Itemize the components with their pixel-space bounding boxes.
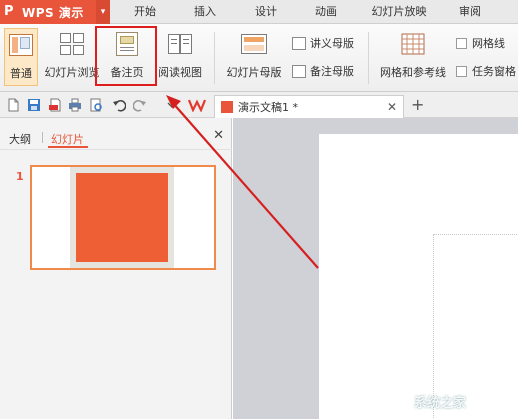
- tab-insert[interactable]: 插入: [180, 0, 230, 24]
- slide-canvas[interactable]: [319, 134, 518, 419]
- ribbon-separator: [214, 32, 215, 84]
- notes-master-label: 备注母版: [310, 65, 354, 78]
- grid-guides-icon: [400, 32, 426, 56]
- save-icon[interactable]: [27, 98, 41, 112]
- slide-master-icon: [241, 32, 267, 56]
- tab-slides[interactable]: 幻灯片: [51, 131, 84, 147]
- gridlines-checkbox-label: 网格线: [472, 37, 505, 50]
- tab-home[interactable]: 开始: [120, 0, 170, 24]
- slide-sorter-label: 幻灯片浏览: [44, 66, 100, 79]
- slides-panel: 大纲 幻灯片 ✕ 1: [0, 118, 232, 419]
- wps-logo-icon: P: [4, 4, 14, 19]
- print-preview-icon[interactable]: [89, 98, 103, 112]
- new-tab-icon[interactable]: +: [411, 95, 424, 114]
- panel-tab-divider: [42, 132, 43, 143]
- handout-master-label: 讲义母版: [310, 37, 354, 50]
- undo-icon[interactable]: [112, 98, 126, 112]
- taskpane-checkbox-label: 任务窗格: [472, 65, 516, 78]
- slide-number: 1: [16, 170, 24, 183]
- normal-view-label: 普通: [10, 67, 32, 80]
- gridlines-checkbox[interactable]: 网格线: [456, 34, 505, 52]
- taskpane-checkbox-box[interactable]: [456, 65, 467, 77]
- reading-view-icon: [167, 32, 193, 56]
- document-tab-title: 演示文稿1 *: [238, 101, 298, 114]
- print-icon[interactable]: [68, 98, 82, 112]
- handout-master-icon: [292, 36, 306, 50]
- presentation-file-icon: [221, 101, 233, 113]
- slide-sorter-icon: [59, 32, 85, 56]
- new-file-icon[interactable]: [6, 98, 20, 112]
- redo-icon[interactable]: [133, 98, 147, 112]
- app-title: WPS 演示: [22, 5, 84, 20]
- app-menu-button[interactable]: P WPS 演示 ▾: [0, 0, 110, 24]
- ribbon-separator: [368, 32, 369, 84]
- tab-animation[interactable]: 动画: [301, 0, 351, 24]
- tab-slideshow[interactable]: 幻灯片放映: [363, 0, 435, 24]
- menu-tab-bar: P WPS 演示 ▾ 开始 插入 设计 动画 幻灯片放映 审阅: [0, 0, 518, 24]
- watermark-text: 系统之家: [414, 396, 467, 411]
- notes-master-button[interactable]: 备注母版: [292, 62, 354, 80]
- quick-access-toolbar: 演示文稿1 * ✕ +: [0, 92, 518, 118]
- tab-review[interactable]: 审阅: [445, 0, 495, 24]
- active-tab-underline: [48, 146, 88, 148]
- reading-view-label: 阅读视图: [158, 66, 202, 79]
- document-tab[interactable]: 演示文稿1 * ✕: [214, 95, 404, 118]
- normal-view-button[interactable]: 普通: [4, 28, 38, 86]
- tab-design[interactable]: 设计: [241, 0, 291, 24]
- tab-outline[interactable]: 大纲: [9, 131, 31, 147]
- editing-workspace: [233, 118, 518, 419]
- slide-thumbnail[interactable]: [30, 165, 216, 270]
- slide-master-label: 幻灯片母版: [226, 66, 282, 79]
- slide-master-button[interactable]: 幻灯片母版: [222, 28, 286, 86]
- customize-toolbar-icon[interactable]: [165, 98, 179, 112]
- annotation-highlight-box: [95, 26, 157, 86]
- app-menu-caret-icon[interactable]: ▾: [96, 0, 110, 24]
- taskpane-checkbox[interactable]: 任务窗格: [456, 62, 516, 80]
- thumbnail-orange-shape: [76, 173, 168, 262]
- view-ribbon: 普通 幻灯片浏览 备注页 阅读视图 幻灯片母版 讲义母版 备注母版 网格和参考线…: [0, 24, 518, 92]
- reading-view-button[interactable]: 阅读视图: [152, 28, 208, 86]
- wps-w-logo-icon[interactable]: [188, 98, 206, 112]
- handout-master-button[interactable]: 讲义母版: [292, 34, 354, 52]
- gridlines-checkbox-box[interactable]: [456, 37, 467, 49]
- close-panel-icon[interactable]: ✕: [213, 128, 224, 143]
- export-pdf-icon[interactable]: [48, 98, 62, 112]
- notes-master-icon: [292, 64, 306, 78]
- grid-guides-label: 网格和参考线: [380, 66, 446, 79]
- panel-tabs: 大纲 幻灯片 ✕: [0, 118, 232, 150]
- grid-guides-button[interactable]: 网格和参考线: [374, 28, 452, 86]
- close-document-icon[interactable]: ✕: [387, 100, 397, 114]
- normal-view-icon: [8, 33, 34, 57]
